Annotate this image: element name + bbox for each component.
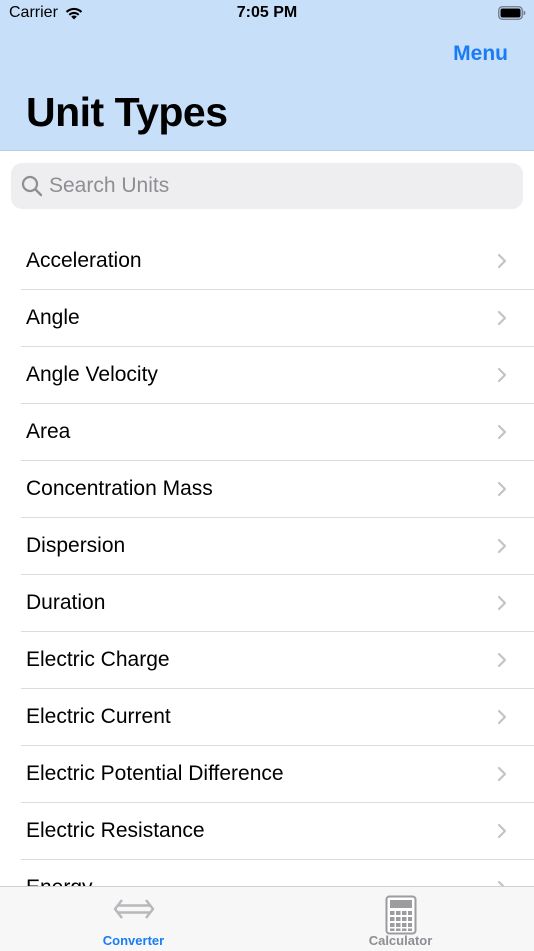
list-item[interactable]: Concentration Mass (0, 461, 534, 518)
list-item-label: Duration (26, 591, 106, 614)
list-item[interactable]: Electric Charge (0, 632, 534, 689)
list-item-label: Electric Current (26, 705, 171, 728)
chevron-right-icon (497, 310, 507, 326)
list-item[interactable]: Electric Current (0, 689, 534, 746)
chevron-right-icon (497, 253, 507, 269)
chevron-right-icon (497, 709, 507, 725)
chevron-right-icon (497, 481, 507, 497)
list-item-label: Electric Potential Difference (26, 762, 284, 785)
list-item[interactable]: Electric Resistance (0, 803, 534, 860)
list-item[interactable]: Area (0, 404, 534, 461)
status-time: 7:05 PM (236, 4, 298, 21)
search-icon (21, 175, 43, 197)
menu-button[interactable]: Menu (453, 42, 508, 66)
chevron-right-icon (497, 766, 507, 782)
search-bar[interactable] (11, 163, 523, 209)
list-item-label: Angle Velocity (26, 363, 158, 386)
chevron-right-icon (497, 538, 507, 554)
chevron-right-icon (497, 367, 507, 383)
page-title: Unit Types (26, 89, 228, 135)
list-item-label: Energy (26, 876, 93, 886)
list-item-label: Electric Resistance (26, 819, 205, 842)
list-item[interactable]: Energy (0, 860, 534, 886)
list-item-label: Dispersion (26, 534, 126, 557)
list-item[interactable]: Angle (0, 290, 534, 347)
tab-calculator-label: Calculator (368, 933, 433, 948)
converter-arrows-icon (113, 899, 154, 919)
list-item-label: Concentration Mass (26, 477, 213, 500)
search-input[interactable] (49, 163, 509, 209)
list-item[interactable]: Angle Velocity (0, 347, 534, 404)
battery-icon (498, 6, 526, 20)
tab-bar: Converter Calculator (0, 886, 534, 951)
list-item[interactable]: Dispersion (0, 518, 534, 575)
list-item-label: Area (26, 420, 71, 443)
chevron-right-icon (497, 424, 507, 440)
list-item-label: Acceleration (26, 249, 142, 272)
tab-converter-label: Converter (102, 933, 165, 948)
list-item-label: Electric Charge (26, 648, 170, 671)
chevron-right-icon (497, 652, 507, 668)
navigation-header: Carrier 7:05 PM Menu Unit Types (0, 0, 534, 151)
list-item[interactable]: Electric Potential Difference (0, 746, 534, 803)
tab-converter[interactable]: Converter (0, 887, 267, 951)
list-item[interactable]: Duration (0, 575, 534, 632)
chevron-right-icon (497, 595, 507, 611)
list-item-label: Angle (26, 306, 80, 329)
calculator-icon (385, 895, 416, 935)
list-item[interactable]: Acceleration (0, 233, 534, 290)
status-bar: Carrier 7:05 PM (0, 0, 534, 28)
chevron-right-icon (497, 823, 507, 839)
tab-calculator[interactable]: Calculator (267, 887, 534, 951)
unit-type-list[interactable]: Acceleration Angle Angle Velocity Area C… (0, 233, 534, 886)
